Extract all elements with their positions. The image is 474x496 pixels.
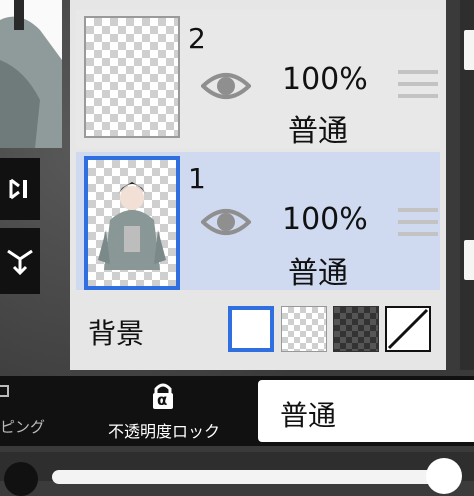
opacity-lock-label: 不透明度ロック xyxy=(107,422,220,441)
opacity-slider-track[interactable] xyxy=(52,470,442,484)
lock-alpha-icon: α xyxy=(148,382,178,410)
merge-down-icon[interactable] xyxy=(0,228,40,294)
visibility-eye-icon[interactable] xyxy=(200,204,252,244)
layer-blend-mode[interactable]: 普通 xyxy=(288,106,348,150)
flip-icon[interactable] xyxy=(0,158,40,220)
background-dark-checker-option[interactable] xyxy=(333,306,379,352)
layer-number: 2 xyxy=(188,22,206,55)
layer-blend-mode[interactable]: 普通 xyxy=(288,248,348,292)
clipping-icon xyxy=(0,385,9,397)
layer-row-1[interactable]: 1 100% 普通 xyxy=(76,152,440,292)
blend-mode-value: 普通 xyxy=(280,399,337,432)
layer-toolbar: ピング α 不透明度ロック 普通 xyxy=(0,376,474,446)
drag-handle-icon[interactable] xyxy=(398,70,438,106)
background-white-option[interactable] xyxy=(228,306,274,352)
layer-panel: 2 100% 普通 1 100% 普通 背景 xyxy=(70,0,446,370)
layer-opacity[interactable]: 100% xyxy=(282,62,368,97)
layer-thumbnail-2[interactable] xyxy=(84,16,180,138)
layer-row-2[interactable]: 2 100% 普通 xyxy=(76,10,440,150)
background-row: 背景 xyxy=(76,300,440,362)
opacity-slider-knob[interactable] xyxy=(426,458,462,494)
blend-mode-select[interactable]: 普通 xyxy=(258,380,474,442)
slider-minus-button[interactable] xyxy=(4,462,38,496)
drag-handle-icon[interactable] xyxy=(398,208,438,244)
layer-number: 1 xyxy=(188,162,206,195)
background-label: 背景 xyxy=(88,317,145,350)
canvas-preview xyxy=(0,0,62,148)
right-tab-lower[interactable] xyxy=(464,240,474,280)
background-none-option[interactable] xyxy=(385,306,431,352)
clipping-label: ピング xyxy=(0,418,46,436)
background-light-checker-option[interactable] xyxy=(281,306,327,352)
opacity-slider-row xyxy=(0,452,474,496)
clipping-button[interactable]: ピング xyxy=(0,376,76,446)
right-tab-upper[interactable] xyxy=(464,30,474,70)
opacity-lock-button[interactable]: α 不透明度ロック xyxy=(82,376,246,446)
visibility-eye-icon[interactable] xyxy=(200,68,252,108)
layer-thumbnail-1[interactable] xyxy=(84,156,180,290)
layer-opacity[interactable]: 100% xyxy=(282,202,368,237)
